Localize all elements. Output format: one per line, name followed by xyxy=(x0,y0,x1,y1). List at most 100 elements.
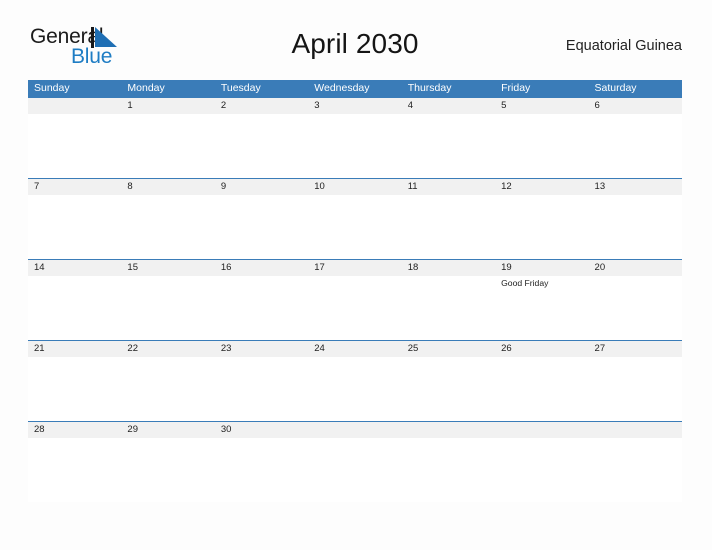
day-number: 16 xyxy=(214,259,309,276)
calendar-day-cell[interactable]: 15 xyxy=(121,259,215,340)
day-events xyxy=(215,357,308,359)
calendar-day-cell[interactable]: 29 xyxy=(121,421,215,502)
day-number xyxy=(495,421,589,438)
day-cell-inner: 4 xyxy=(401,97,496,178)
day-number: 6 xyxy=(588,97,682,114)
calendar-day-cell[interactable]: 16 xyxy=(214,259,309,340)
calendar-day-cell[interactable]: 7 xyxy=(28,178,122,259)
day-events xyxy=(495,438,588,440)
day-number xyxy=(401,421,496,438)
calendar-day-cell[interactable]: 24 xyxy=(308,340,402,421)
calendar-day-cell[interactable]: 23 xyxy=(214,340,309,421)
day-cell-inner xyxy=(588,421,682,502)
day-cell-inner: 14 xyxy=(28,259,122,340)
day-number: 30 xyxy=(214,421,309,438)
calendar-empty-cell xyxy=(495,421,589,502)
day-events xyxy=(495,114,588,116)
calendar-day-cell[interactable]: 1 xyxy=(121,97,215,178)
calendar-day-cell[interactable]: 13 xyxy=(588,178,682,259)
day-cell-inner: 15 xyxy=(121,259,215,340)
calendar-day-cell[interactable]: 30 xyxy=(214,421,309,502)
weekday-header-row: Sunday Monday Tuesday Wednesday Thursday… xyxy=(28,80,682,97)
day-cell-inner: 5 xyxy=(495,97,589,178)
calendar-empty-cell xyxy=(308,421,402,502)
calendar-day-cell[interactable]: 10 xyxy=(308,178,402,259)
day-number: 19 xyxy=(495,259,589,276)
day-events xyxy=(28,276,121,278)
day-events xyxy=(28,195,121,197)
day-number: 28 xyxy=(28,421,122,438)
day-number: 12 xyxy=(495,178,589,195)
calendar-day-cell[interactable]: 26 xyxy=(495,340,589,421)
calendar-page: General Blue April 2030 Equatorial Guine… xyxy=(0,0,712,550)
day-number: 22 xyxy=(121,340,215,357)
day-events xyxy=(215,114,308,116)
day-cell-inner: 30 xyxy=(214,421,309,502)
calendar-day-cell[interactable]: 4 xyxy=(401,97,496,178)
day-cell-inner: 9 xyxy=(214,178,309,259)
calendar-day-cell[interactable]: 25 xyxy=(401,340,496,421)
calendar-day-cell[interactable]: 12 xyxy=(495,178,589,259)
calendar-day-cell[interactable]: 9 xyxy=(214,178,309,259)
calendar-day-cell[interactable]: 18 xyxy=(401,259,496,340)
weekday-header-sunday: Sunday xyxy=(28,80,122,97)
day-number: 14 xyxy=(28,259,122,276)
calendar-day-cell[interactable]: 3 xyxy=(308,97,402,178)
day-events xyxy=(308,195,401,197)
day-number: 20 xyxy=(588,259,682,276)
day-events xyxy=(215,438,308,440)
day-number: 4 xyxy=(401,97,496,114)
weekday-header-monday: Monday xyxy=(121,80,215,97)
day-number: 9 xyxy=(214,178,309,195)
calendar-day-cell[interactable]: 2 xyxy=(214,97,309,178)
calendar-day-cell[interactable]: 19 Good Friday xyxy=(495,259,589,340)
calendar-day-cell[interactable]: 27 xyxy=(588,340,682,421)
calendar-table: Sunday Monday Tuesday Wednesday Thursday… xyxy=(28,80,682,502)
calendar-day-cell[interactable]: 17 xyxy=(308,259,402,340)
day-number: 13 xyxy=(588,178,682,195)
calendar-day-cell[interactable]: 22 xyxy=(121,340,215,421)
day-events xyxy=(28,357,121,359)
day-number: 25 xyxy=(401,340,496,357)
calendar-day-cell[interactable]: 5 xyxy=(495,97,589,178)
weekday-header-saturday: Saturday xyxy=(588,80,682,97)
day-events xyxy=(121,195,214,197)
day-events xyxy=(402,438,495,440)
day-events xyxy=(28,438,121,440)
day-events xyxy=(121,114,214,116)
day-number: 10 xyxy=(308,178,402,195)
day-cell-inner: 3 xyxy=(308,97,402,178)
day-cell-inner: 28 xyxy=(28,421,122,502)
calendar-day-cell[interactable]: 20 xyxy=(588,259,682,340)
weekday-header-thursday: Thursday xyxy=(401,80,496,97)
day-cell-inner: 22 xyxy=(121,340,215,421)
calendar-empty-cell xyxy=(588,421,682,502)
calendar-day-cell[interactable]: 21 xyxy=(28,340,122,421)
calendar-day-cell[interactable]: 28 xyxy=(28,421,122,502)
day-number: 23 xyxy=(214,340,309,357)
page-header: General Blue April 2030 Equatorial Guine… xyxy=(28,24,682,72)
calendar-day-cell[interactable]: 8 xyxy=(121,178,215,259)
day-cell-inner: 2 xyxy=(214,97,309,178)
day-cell-inner: 11 xyxy=(401,178,496,259)
day-events xyxy=(308,276,401,278)
day-events xyxy=(589,195,682,197)
day-cell-inner xyxy=(28,97,122,178)
day-events xyxy=(589,114,682,116)
day-cell-inner: 12 xyxy=(495,178,589,259)
calendar-day-cell[interactable]: 11 xyxy=(401,178,496,259)
day-cell-inner: 17 xyxy=(308,259,402,340)
day-events xyxy=(402,195,495,197)
day-cell-inner: 24 xyxy=(308,340,402,421)
day-number: 15 xyxy=(121,259,215,276)
day-cell-inner: 27 xyxy=(588,340,682,421)
day-events xyxy=(308,114,401,116)
day-cell-inner: 16 xyxy=(214,259,309,340)
day-number: 11 xyxy=(401,178,496,195)
day-number: 17 xyxy=(308,259,402,276)
calendar-day-cell[interactable]: 6 xyxy=(588,97,682,178)
calendar-day-cell[interactable]: 14 xyxy=(28,259,122,340)
day-cell-inner: 25 xyxy=(401,340,496,421)
day-number: 21 xyxy=(28,340,122,357)
calendar-body: 1 2 3 4 5 6 7 8 9 10 11 12 13 14 15 16 17 18 19 Good Friday… xyxy=(28,97,682,502)
